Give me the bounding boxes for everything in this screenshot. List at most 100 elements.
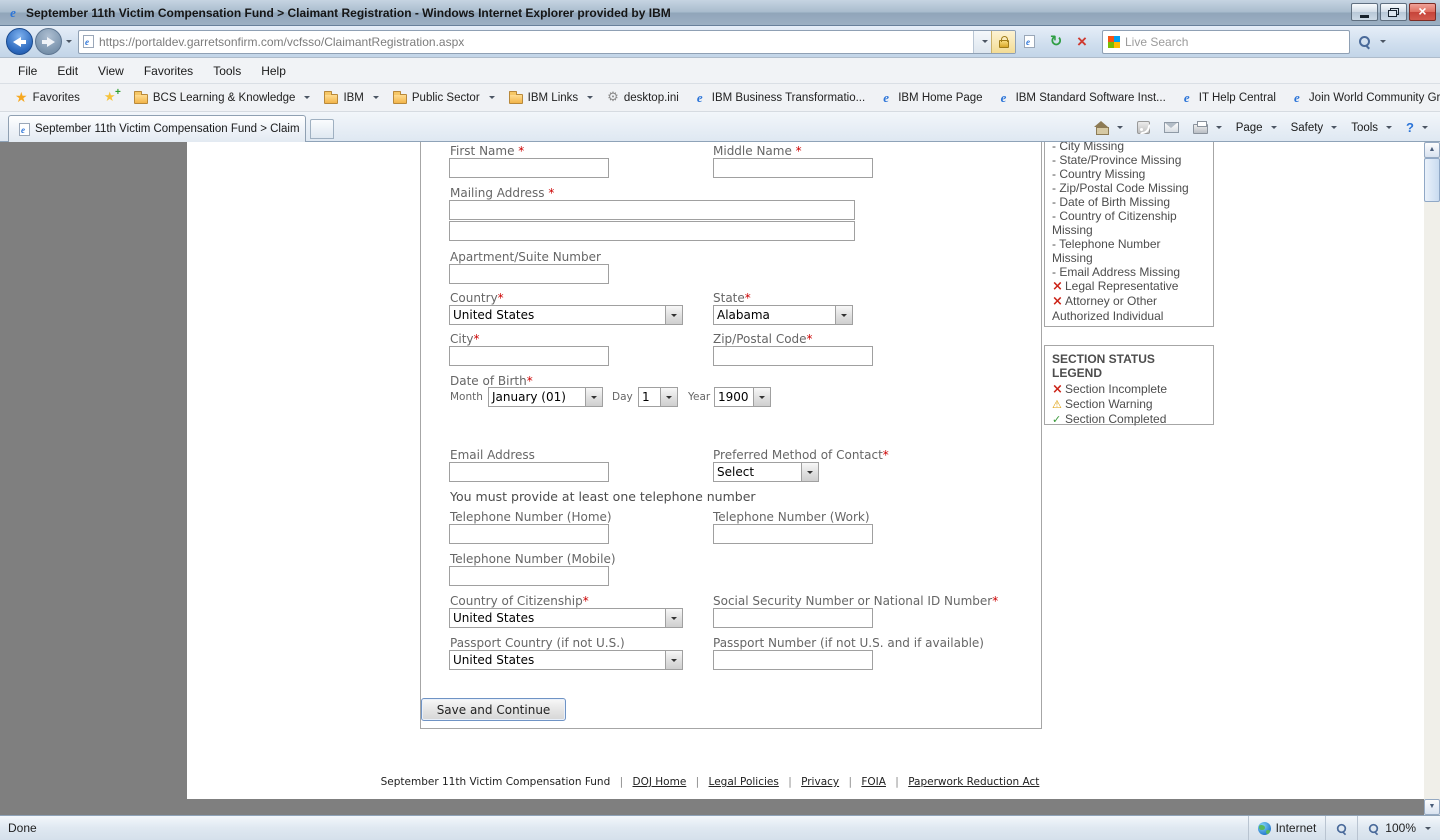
tab-label: September 11th Victim Compensation Fund … [35, 123, 299, 135]
print-button[interactable] [1187, 118, 1228, 137]
footer-separator: | [620, 776, 624, 788]
menu-view[interactable]: View [88, 60, 134, 82]
scroll-up-button[interactable] [1424, 142, 1440, 158]
middle-name-input[interactable] [713, 158, 873, 178]
help-button[interactable] [1400, 117, 1434, 138]
search-button[interactable] [1352, 29, 1376, 55]
email-input[interactable] [449, 462, 609, 482]
recent-pages-chevron-icon[interactable] [66, 40, 72, 46]
mailing-address-label: Mailing Address * [450, 186, 554, 200]
menu-tools[interactable]: Tools [203, 60, 251, 82]
menu-edit[interactable]: Edit [47, 60, 88, 82]
footer-separator: | [848, 776, 852, 788]
security-lock-button[interactable] [991, 31, 1015, 53]
save-and-continue-button[interactable]: Save and Continue [421, 698, 566, 721]
menu-favorites[interactable]: Favorites [134, 60, 203, 82]
search-box[interactable]: Live Search [1102, 30, 1350, 54]
favorites-item-bcs-learning[interactable]: BCS Learning & Knowledge [127, 89, 318, 107]
legend-title: SECTION STATUS LEGEND [1052, 352, 1174, 380]
footer-link-paperwork-reduction-act[interactable]: Paperwork Reduction Act [908, 776, 1039, 788]
zoom-control[interactable]: 100% [1357, 816, 1440, 840]
dob-month-select[interactable]: January (01) [488, 387, 603, 407]
phone-home-input[interactable] [449, 524, 609, 544]
section-status-panel: - City Missing - State/Province Missing … [1044, 142, 1214, 327]
passport-country-label: Passport Country (if not U.S.) [450, 636, 625, 650]
restore-button[interactable] [1380, 3, 1407, 21]
apartment-input[interactable] [449, 264, 609, 284]
footer-link-legal-policies[interactable]: Legal Policies [709, 776, 779, 788]
address-bar[interactable]: https://portaldev.garretsonfirm.com/vcfs… [78, 30, 1016, 54]
missing-item: - State/Province Missing [1052, 153, 1201, 167]
phone-mobile-input[interactable] [449, 566, 609, 586]
phone-home-label: Telephone Number (Home) [450, 510, 612, 524]
favorites-item-public-sector[interactable]: Public Sector [386, 89, 502, 107]
scroll-down-button[interactable] [1424, 799, 1440, 815]
footer-link-doj-home[interactable]: DOJ Home [633, 776, 687, 788]
favorites-item-label: IBM Home Page [898, 92, 982, 104]
favorites-item-ibm-standard-software[interactable]: IBM Standard Software Inst... [990, 88, 1173, 108]
address-dropdown-button[interactable] [973, 31, 991, 53]
page-menu-label: Page [1236, 122, 1263, 134]
dob-year-label: Year [688, 391, 710, 403]
favorites-button[interactable]: Favorites [8, 87, 87, 108]
page-menu-button[interactable]: Page [1230, 119, 1283, 137]
menu-help[interactable]: Help [251, 60, 296, 82]
zip-input[interactable] [713, 346, 873, 366]
ssn-input[interactable] [713, 608, 873, 628]
dob-day-select[interactable]: 1 [638, 387, 678, 407]
red-x-icon [1052, 383, 1065, 397]
status-bar: Done Internet 100% [0, 815, 1440, 840]
new-tab-button[interactable] [310, 119, 334, 139]
favorites-item-ibm-business-transformation[interactable]: IBM Business Transformatio... [686, 88, 872, 108]
scrollbar-thumb[interactable] [1424, 158, 1440, 202]
safety-menu-button[interactable]: Safety [1285, 119, 1344, 137]
contact-method-select[interactable]: Select [713, 462, 819, 482]
url-text[interactable]: https://portaldev.garretsonfirm.com/vcfs… [99, 35, 973, 49]
citizenship-select[interactable]: United States [449, 608, 683, 628]
tools-menu-button[interactable]: Tools [1345, 119, 1398, 137]
compatibility-view-button[interactable] [1018, 29, 1042, 55]
footer-brand: September 11th Victim Compensation Fund [381, 776, 611, 788]
menu-file[interactable]: File [8, 60, 47, 82]
stop-button[interactable] [1070, 29, 1094, 55]
state-select[interactable]: Alabama [713, 305, 853, 325]
favorites-item-desktop-ini[interactable]: desktop.ini [600, 87, 686, 108]
change-zoom-button[interactable] [1325, 816, 1357, 840]
favorites-item-ibm-home-page[interactable]: IBM Home Page [872, 88, 989, 108]
email-label: Email Address [450, 448, 535, 462]
footer-link-foia[interactable]: FOIA [861, 776, 886, 788]
favorites-item-it-help-central[interactable]: IT Help Central [1173, 88, 1283, 108]
dob-month-label: Month [450, 391, 483, 403]
apartment-label: Apartment/Suite Number [450, 250, 601, 264]
search-placeholder[interactable]: Live Search [1125, 35, 1188, 49]
country-select[interactable]: United States [449, 305, 683, 325]
window-titlebar: September 11th Victim Compensation Fund … [0, 0, 1440, 26]
passport-number-input[interactable] [713, 650, 873, 670]
forward-button[interactable] [35, 28, 62, 55]
favorites-item-ibm[interactable]: IBM [317, 89, 385, 107]
read-mail-button[interactable] [1158, 119, 1185, 136]
favorites-item-ibm-links[interactable]: IBM Links [502, 89, 601, 107]
mailing-address-line1-input[interactable] [449, 200, 855, 220]
mailing-address-line2-input[interactable] [449, 221, 855, 241]
first-name-input[interactable] [449, 158, 609, 178]
restore-icon [1388, 8, 1399, 17]
warning-icon [1052, 398, 1065, 412]
footer-link-privacy[interactable]: Privacy [801, 776, 839, 788]
phone-work-input[interactable] [713, 524, 873, 544]
back-button[interactable] [6, 28, 33, 55]
tab-active[interactable]: September 11th Victim Compensation Fund … [8, 115, 306, 142]
minimize-button[interactable] [1351, 3, 1378, 21]
city-input[interactable] [449, 346, 609, 366]
close-button[interactable] [1409, 3, 1436, 21]
add-favorite-button[interactable] [97, 87, 127, 108]
vertical-scrollbar[interactable] [1424, 142, 1440, 815]
favorites-item-join-world-community-grid[interactable]: Join World Community Grid [1283, 88, 1440, 108]
refresh-button[interactable] [1044, 29, 1068, 55]
search-options-chevron-icon[interactable] [1380, 40, 1386, 46]
feeds-button[interactable] [1131, 118, 1156, 137]
favorites-item-label: IT Help Central [1199, 92, 1276, 104]
dob-year-select[interactable]: 1900 [714, 387, 771, 407]
passport-country-select[interactable]: United States [449, 650, 683, 670]
home-button[interactable] [1088, 118, 1129, 137]
